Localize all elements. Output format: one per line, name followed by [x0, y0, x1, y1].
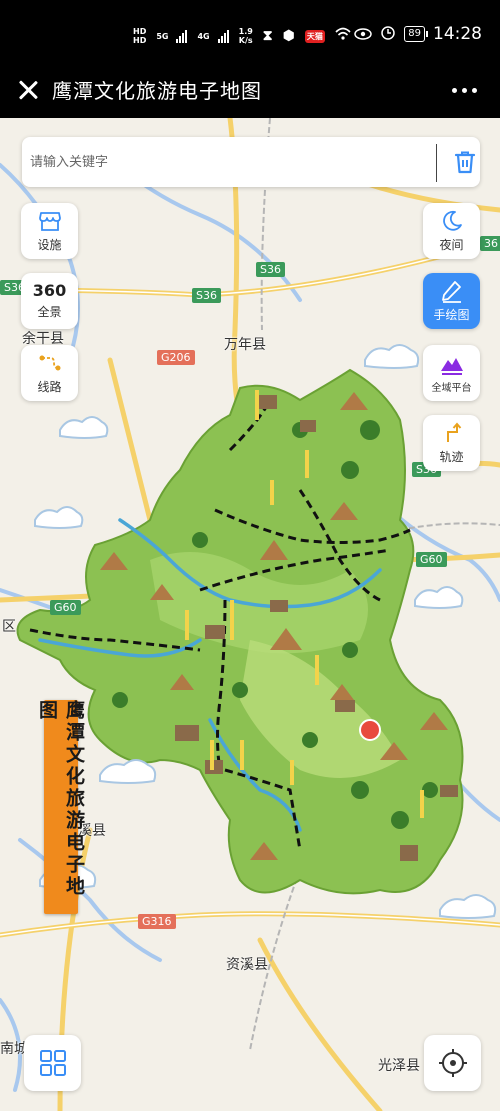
place-label-guangze[interactable]: 光泽县 [378, 1055, 420, 1075]
panorama-label: 全景 [37, 305, 62, 319]
network-type-1: 5G [156, 31, 169, 41]
search-divider [436, 144, 437, 182]
network-type-2: 4G [197, 31, 210, 41]
road-shield-s36: S36 [192, 288, 221, 303]
road-shield-g316: G316 [138, 914, 176, 929]
map-view[interactable]: 万年县 余干县 资溪县 光泽县 溪县 区 南城县 S36 S36 S36 36 … [0, 118, 500, 1111]
signal-icon [176, 29, 188, 43]
crosshair-icon [438, 1049, 467, 1077]
panorama-360-icon: 360 [32, 281, 67, 300]
wifi-icon [335, 27, 351, 45]
moon-icon [442, 210, 462, 231]
hd-indicator: HD HD [133, 27, 146, 45]
locate-button[interactable] [424, 1035, 481, 1091]
banner-text: 鹰潭文化旅游电子地图 [36, 700, 85, 898]
more-options-button[interactable] [448, 80, 480, 100]
net-speed-value: 1.9 [238, 27, 253, 36]
page-title: 鹰潭文化旅游电子地图 [52, 79, 262, 103]
battery-indicator: 89 [404, 26, 428, 42]
map-title-banner: 鹰潭文化旅游电子地图 [36, 700, 85, 914]
track-label: 轨迹 [439, 450, 464, 464]
hand-drawn-map-button[interactable]: 手绘图 [423, 273, 480, 329]
status-left: HD HD 5G 4G 1.9 K/s ⧗ ⬢ 天猫 [133, 22, 351, 50]
status-right: 89 14:28 [354, 24, 482, 44]
global-platform-button[interactable]: 全域平台 [423, 345, 480, 401]
route-button[interactable]: 线路 [21, 345, 78, 401]
hourglass-icon: ⧗ [262, 28, 273, 44]
panorama-button[interactable]: 360 全景 [21, 273, 78, 329]
road-shield-s36: 36 [480, 236, 500, 251]
road-shield-g206: G206 [157, 350, 195, 365]
night-mode-button[interactable]: 夜间 [423, 203, 480, 259]
tmall-icon: 天猫 [304, 29, 325, 43]
facilities-button[interactable]: 设施 [21, 203, 78, 259]
pen-icon [441, 281, 461, 303]
search-input[interactable] [30, 147, 410, 177]
road-shield-g60: G60 [50, 600, 81, 615]
shield-app-icon: ⬢ [282, 28, 295, 44]
store-icon [38, 212, 61, 231]
mountain-icon [440, 358, 463, 375]
place-label-zixi[interactable]: 资溪县 [226, 954, 268, 974]
net-speed: 1.9 K/s [239, 27, 253, 45]
place-label-wannian[interactable]: 万年县 [224, 334, 266, 354]
route-label: 线路 [37, 380, 62, 394]
road-shield-g60: G60 [416, 552, 447, 567]
clock: 14:28 [433, 24, 482, 44]
trash-icon[interactable] [452, 149, 478, 175]
track-icon [446, 422, 461, 442]
facilities-label: 设施 [37, 238, 62, 252]
road-shield-s36: S36 [256, 262, 285, 277]
eye-icon [354, 25, 373, 44]
alarm-icon [380, 24, 396, 44]
hand-drawn-map-label: 手绘图 [433, 308, 470, 322]
search-bar [22, 137, 480, 187]
hd-label-1: HD [133, 27, 147, 36]
hd-label-2: HD [133, 36, 147, 45]
net-speed-unit: K/s [238, 36, 253, 45]
status-bar: HD HD 5G 4G 1.9 K/s ⧗ ⬢ 天猫 89 14:28 [0, 0, 500, 62]
layers-grid-button[interactable] [24, 1035, 81, 1091]
global-platform-label: 全域平台 [431, 383, 472, 394]
grid-icon [39, 1050, 66, 1076]
place-label-qu[interactable]: 区 [2, 616, 16, 636]
close-button[interactable] [12, 74, 44, 106]
signal-icon-2 [217, 29, 229, 43]
track-button[interactable]: 轨迹 [423, 415, 480, 471]
night-mode-label: 夜间 [439, 238, 464, 252]
route-icon [39, 355, 60, 371]
title-bar: 鹰潭文化旅游电子地图 [0, 62, 500, 118]
